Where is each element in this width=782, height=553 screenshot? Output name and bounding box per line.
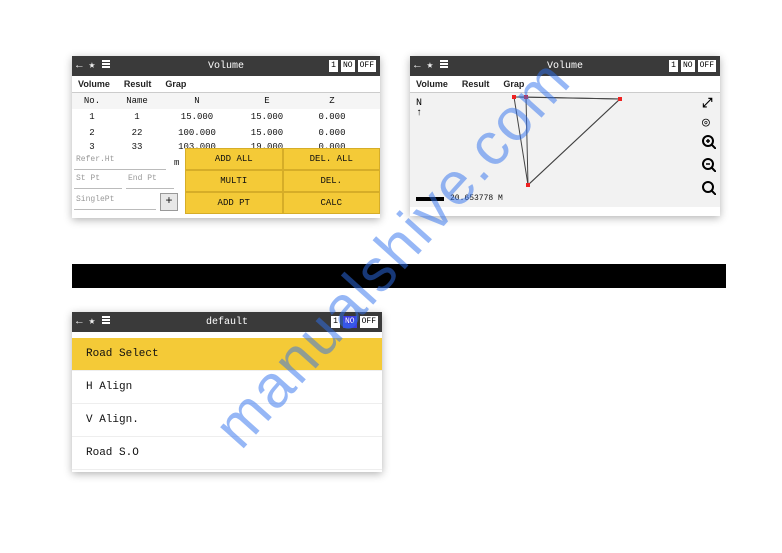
unit-label: m: [174, 158, 179, 168]
tab-result[interactable]: Result: [124, 79, 152, 89]
menu-h-align[interactable]: H Align: [72, 371, 382, 404]
cell: 2: [72, 128, 112, 138]
back-icon[interactable]: ←: [414, 61, 421, 72]
tab-volume[interactable]: Volume: [416, 79, 448, 89]
star-icon[interactable]: ★: [89, 317, 96, 328]
single-pt-field[interactable]: SinglePt: [74, 195, 156, 210]
tab-grap[interactable]: Grap: [165, 79, 186, 89]
col-z: Z: [302, 96, 362, 106]
col-e: E: [232, 96, 302, 106]
header-off[interactable]: OFF: [698, 60, 716, 72]
volume-graphic-panel: ← ★ Volume 1 NO OFF Volume Result Grap N…: [410, 56, 720, 216]
header-num: 1: [329, 60, 338, 72]
cell: 15.000: [162, 112, 232, 122]
volume-table-panel: ← ★ Volume 1 NO OFF Volume Result Grap N…: [72, 56, 380, 218]
table-row[interactable]: 1 1 15.000 15.000 0.000: [72, 109, 380, 125]
end-pt-field[interactable]: End Pt: [126, 174, 174, 189]
back-icon[interactable]: ←: [76, 61, 83, 72]
table-header: No. Name N E Z: [72, 93, 380, 109]
back-icon[interactable]: ←: [76, 317, 83, 328]
col-no: No.: [72, 96, 112, 106]
header-num: 1: [669, 60, 678, 72]
col-n: N: [162, 96, 232, 106]
menu-v-align[interactable]: V Align.: [72, 404, 382, 437]
tab-volume[interactable]: Volume: [78, 79, 110, 89]
refer-ht-field[interactable]: Refer.Ht: [74, 155, 166, 170]
cell: 15.000: [232, 112, 302, 122]
multi-button[interactable]: MULTI: [185, 170, 283, 192]
scale-bar: 20.653778 M: [416, 194, 503, 203]
header-bar: ← ★ Volume 1 NO OFF: [410, 56, 720, 76]
stack-icon[interactable]: [439, 59, 449, 73]
star-icon[interactable]: ★: [89, 61, 96, 72]
star-icon[interactable]: ★: [427, 61, 434, 72]
calc-button[interactable]: CALC: [283, 192, 381, 214]
zoom-out-icon[interactable]: [702, 158, 716, 175]
polygon-shape: [440, 91, 700, 201]
col-name: Name: [112, 96, 162, 106]
target-icon[interactable]: ◎: [702, 116, 716, 129]
cell: 0.000: [302, 128, 362, 138]
add-button[interactable]: +: [160, 193, 178, 211]
st-pt-field[interactable]: St Pt: [74, 174, 122, 189]
cell: 22: [112, 128, 162, 138]
cell: 1: [72, 112, 112, 122]
default-menu-panel: ← ★ default 1 NO OFF Road Select H Align…: [72, 312, 382, 472]
cell: 100.000: [162, 128, 232, 138]
tabs: Volume Result Grap: [72, 76, 380, 93]
menu-list: Road Select H Align V Align. Road S.O: [72, 332, 382, 476]
header-off[interactable]: OFF: [358, 60, 376, 72]
cell: 0.000: [302, 112, 362, 122]
stack-icon[interactable]: [101, 59, 111, 73]
compass-label: N: [416, 98, 422, 109]
header-no[interactable]: NO: [341, 60, 355, 72]
compass-icon: N↑: [416, 99, 422, 119]
fullscreen-icon[interactable]: ⤢: [702, 97, 716, 110]
menu-road-select[interactable]: Road Select: [72, 338, 382, 371]
add-pt-button[interactable]: ADD PT: [185, 192, 283, 214]
header-no[interactable]: NO: [681, 60, 695, 72]
cell: 33: [112, 142, 162, 152]
action-buttons: ADD ALL DEL. ALL MULTI DEL. ADD PT CALC: [185, 148, 380, 214]
menu-road-so[interactable]: Road S.O: [72, 437, 382, 470]
table-row[interactable]: 2 22 100.000 15.000 0.000: [72, 125, 380, 141]
tab-result[interactable]: Result: [462, 79, 490, 89]
zoom-in-icon[interactable]: [702, 135, 716, 152]
header-off[interactable]: OFF: [360, 316, 378, 328]
cell: 3: [72, 142, 112, 152]
scale-label: 20.653778 M: [450, 194, 503, 203]
header-bar: ← ★ Volume 1 NO OFF: [72, 56, 380, 76]
tab-grap[interactable]: Grap: [503, 79, 524, 89]
cell: 1: [112, 112, 162, 122]
header-bar: ← ★ default 1 NO OFF: [72, 312, 382, 332]
map-area[interactable]: N↑ ⤢ ◎ 20.653778 M: [410, 93, 720, 207]
del-button[interactable]: DEL.: [283, 170, 381, 192]
search-icon[interactable]: [702, 181, 716, 198]
header-num: 1: [331, 316, 340, 328]
scale-bar-icon: [416, 197, 444, 201]
add-all-button[interactable]: ADD ALL: [185, 148, 283, 170]
del-all-button[interactable]: DEL. ALL: [283, 148, 381, 170]
map-tools: ⤢ ◎: [702, 97, 716, 198]
cell: 15.000: [232, 128, 302, 138]
section-divider: [72, 264, 726, 288]
stack-icon[interactable]: [101, 315, 111, 329]
header-no[interactable]: NO: [343, 316, 357, 328]
